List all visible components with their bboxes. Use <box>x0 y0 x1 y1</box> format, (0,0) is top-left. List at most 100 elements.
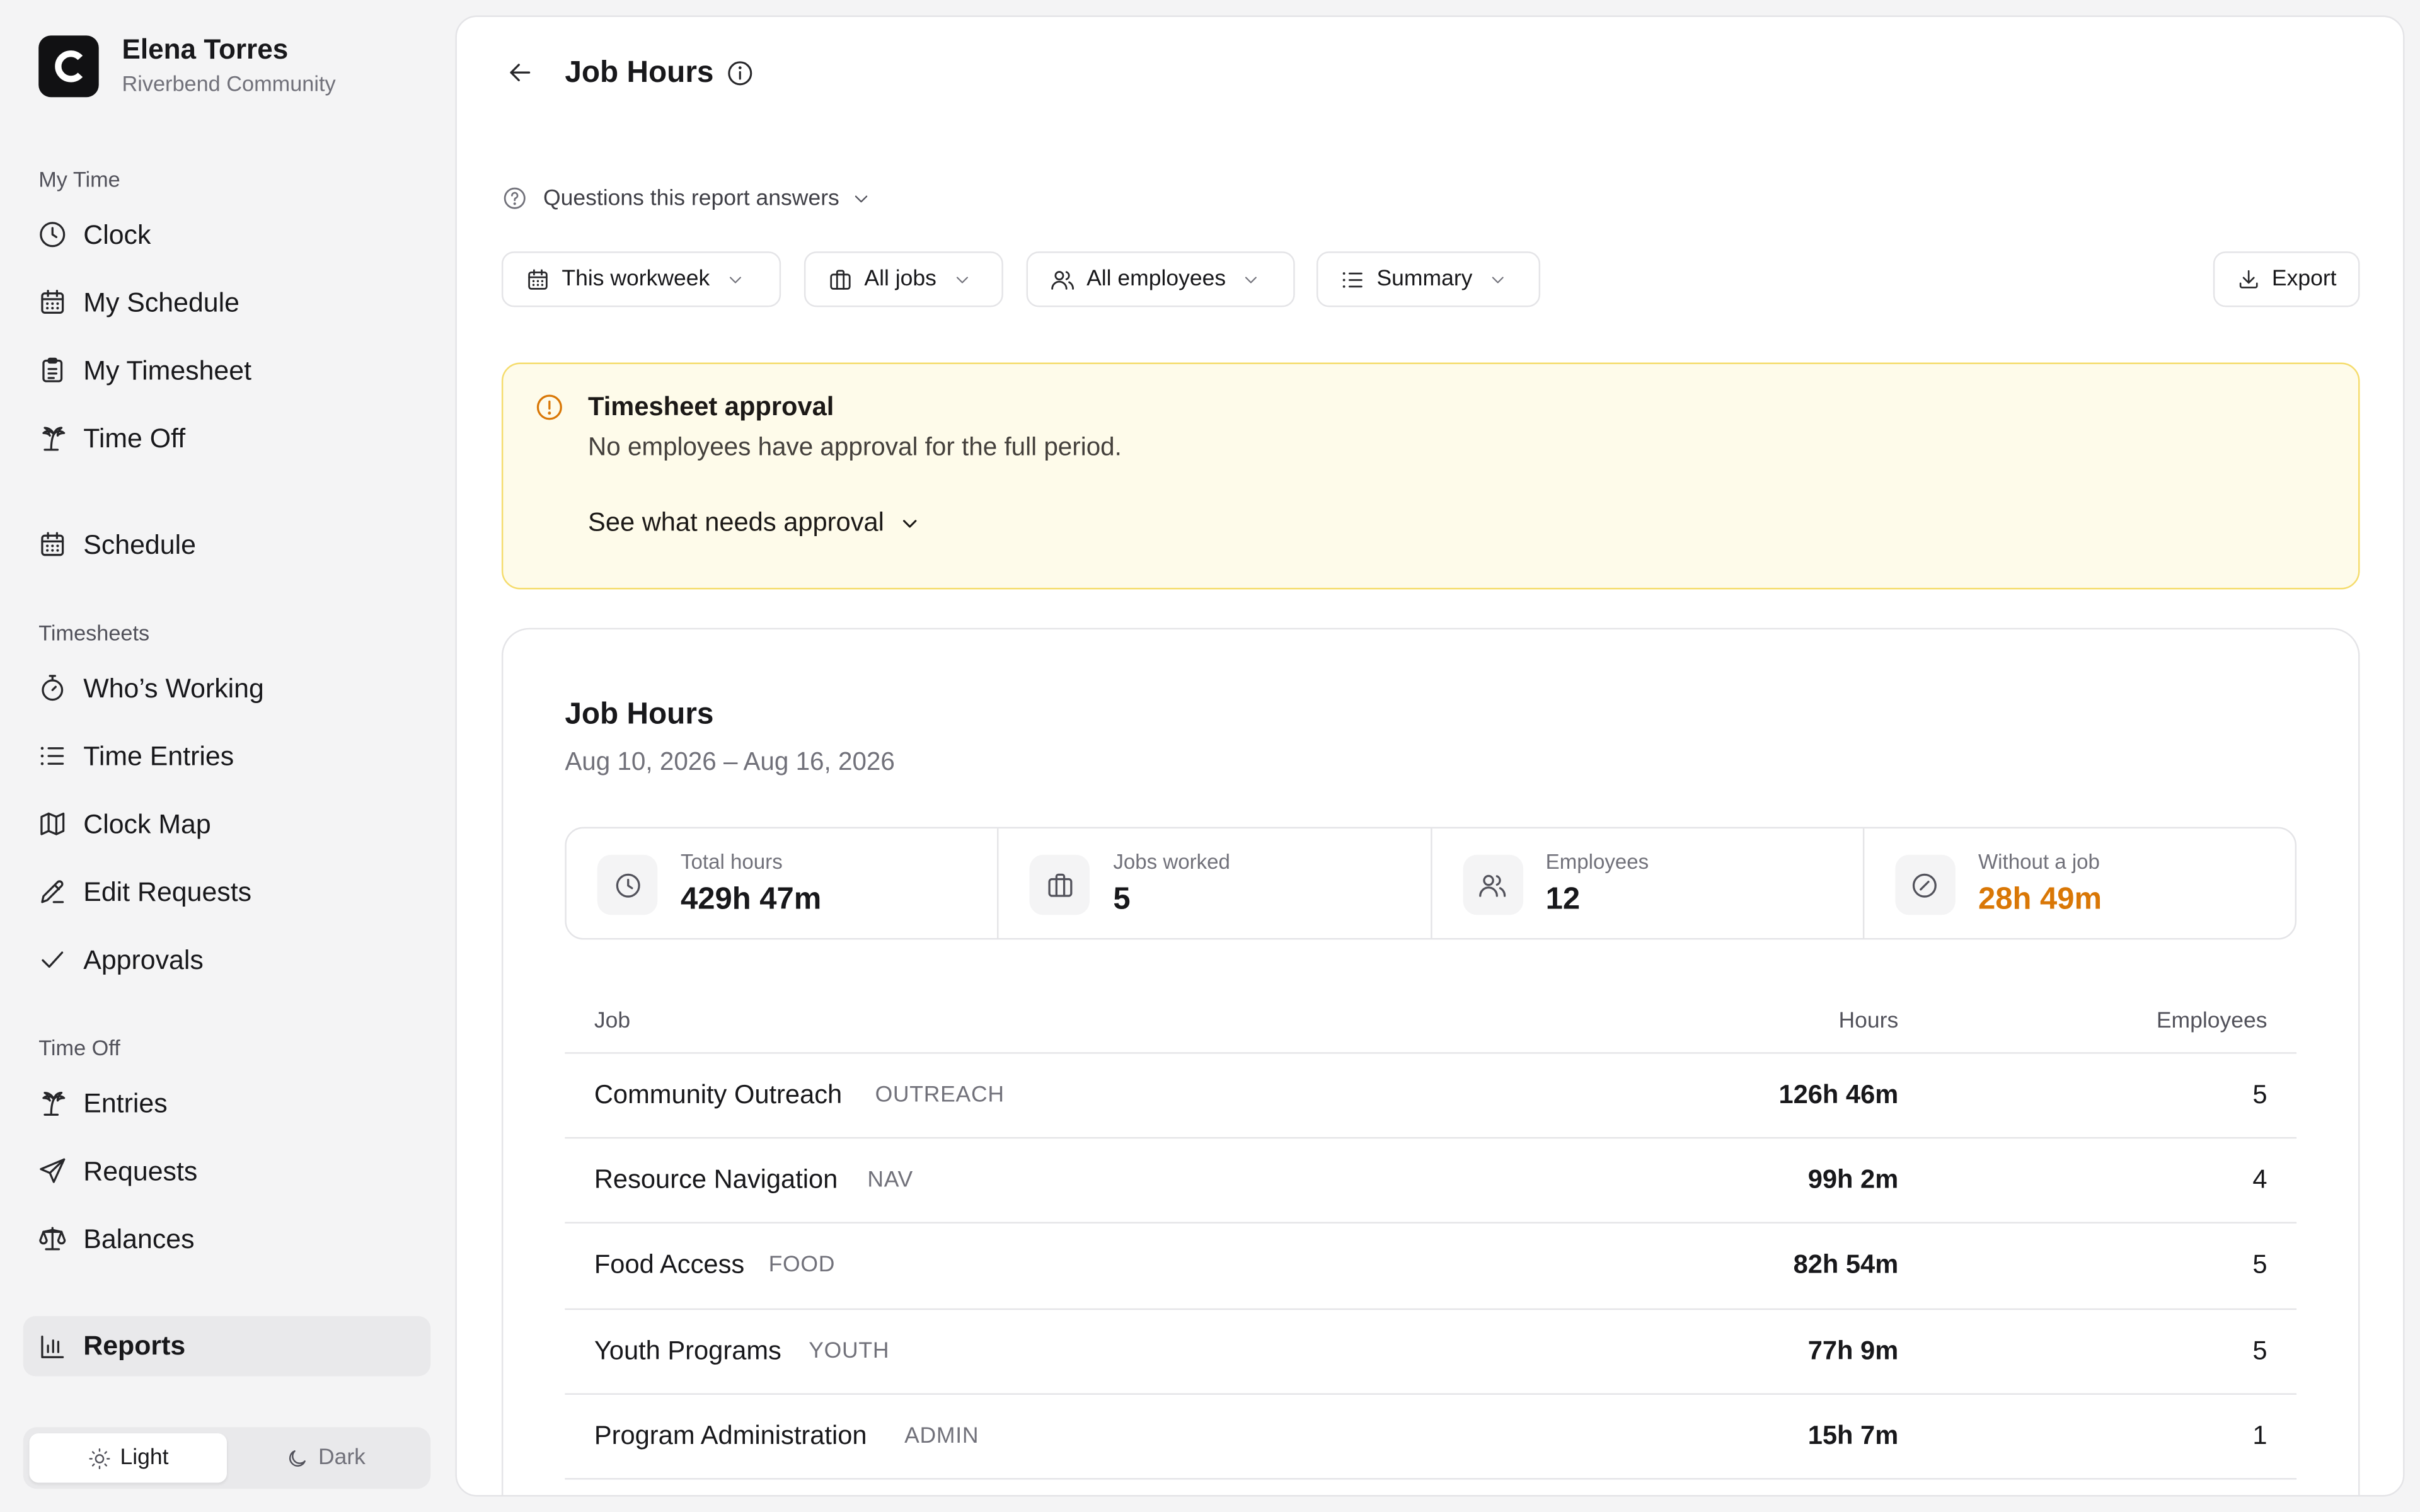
export-button[interactable]: Export <box>2213 251 2360 307</box>
checkmark-icon <box>42 951 64 968</box>
section-label-timesheets: Timesheets <box>38 620 150 645</box>
employees-filter[interactable]: All employees <box>1026 251 1295 307</box>
column-header-job[interactable]: Job <box>594 1009 630 1034</box>
period-filter[interactable]: This workweek <box>501 251 781 307</box>
view-filter[interactable]: Summary <box>1316 251 1541 307</box>
calendar-icon <box>41 290 64 314</box>
job-code: NAV <box>867 1168 913 1193</box>
sidebar-item-label: Time Entries <box>83 740 234 771</box>
stopwatch-icon <box>42 675 64 701</box>
column-header-hours[interactable]: Hours <box>1839 1009 1899 1034</box>
sidebar-item-my-schedule[interactable]: My Schedule <box>37 284 239 321</box>
moon-icon <box>289 1449 306 1466</box>
stat-employees: Employees 12 <box>1431 828 1864 938</box>
stat-value: 28h 49m <box>1978 882 2102 917</box>
job-employees: 5 <box>2252 1080 2267 1109</box>
job-hours: 126h 46m <box>1778 1080 1899 1109</box>
stat-label: Employees <box>1545 850 1649 874</box>
sidebar-item-my-timesheet[interactable]: My Timesheet <box>37 352 251 389</box>
job-hours: 99h 2m <box>1807 1165 1899 1194</box>
chevron-down-icon <box>729 276 741 283</box>
sidebar-item-clock[interactable]: Clock <box>37 216 151 253</box>
sidebar-item-label: Schedule <box>83 528 196 559</box>
stat-without-job: Without a job 28h 49m <box>1864 828 2295 938</box>
sidebar-item-schedule[interactable]: Schedule <box>37 526 196 563</box>
questions-toggle[interactable]: Questions this report answers <box>502 185 872 212</box>
sidebar-item-balances[interactable]: Balances <box>37 1220 195 1257</box>
sidebar-item-approvals[interactable]: Approvals <box>37 941 204 978</box>
briefcase-icon <box>830 269 851 289</box>
jobs-filter-label: All jobs <box>864 266 936 292</box>
scale-icon <box>39 1227 66 1251</box>
job-name: Program Administration <box>594 1420 867 1450</box>
table-row[interactable]: Youth Programs YOUTH 77h 9m 5 <box>565 1309 2297 1395</box>
light-theme-label: Light <box>120 1445 169 1470</box>
account-switcher[interactable]: Elena Torres Riverbend Community <box>38 32 336 98</box>
approval-alert: Timesheet approval No employees have app… <box>501 362 2360 590</box>
send-icon <box>40 1158 66 1183</box>
sidebar-item-label: My Schedule <box>83 286 240 318</box>
calendar-icon <box>528 268 548 289</box>
sidebar-item-edit-requests[interactable]: Edit Requests <box>37 873 251 910</box>
question-circle-icon <box>504 187 526 209</box>
sidebar-item-label: Requests <box>83 1155 198 1186</box>
sidebar-item-reports[interactable]: Reports <box>23 1315 431 1377</box>
sidebar-item-clock-map[interactable]: Clock Map <box>37 805 211 842</box>
info-button[interactable] <box>726 58 756 88</box>
map-icon <box>40 812 65 835</box>
report-title: Job Hours <box>565 697 714 731</box>
stat-label: Without a job <box>1978 850 2100 874</box>
organization-name: Riverbend Community <box>122 71 336 96</box>
bar-chart-icon <box>41 1334 64 1358</box>
sidebar: Elena Torres Riverbend Community My Time… <box>0 0 454 1512</box>
chevron-down-icon <box>1245 276 1257 283</box>
job-name: Community Outreach <box>594 1080 843 1109</box>
dark-theme-button[interactable]: Dark <box>227 1433 424 1482</box>
job-hours: 15h 7m <box>1807 1420 1899 1450</box>
users-icon <box>1479 874 1506 896</box>
job-employees: 1 <box>2252 1420 2267 1450</box>
see-approval-toggle[interactable]: See what needs approval <box>588 508 921 539</box>
table-row[interactable]: Food Access FOOD 82h 54m 5 <box>565 1224 2297 1310</box>
sidebar-item-label: Clock <box>83 218 151 249</box>
column-header-employees[interactable]: Employees <box>2157 1009 2267 1034</box>
view-filter-label: Summary <box>1376 266 1473 292</box>
back-button[interactable] <box>505 57 536 88</box>
main-panel: Job Hours Questions this report answers … <box>455 15 2405 1497</box>
alert-circle-icon <box>536 394 562 420</box>
sidebar-item-label: Edit Requests <box>83 875 252 907</box>
job-employees: 5 <box>2252 1250 2267 1280</box>
period-filter-label: This workweek <box>562 266 710 292</box>
sidebar-item-time-off[interactable]: Time Off <box>37 420 185 457</box>
job-employees: 5 <box>2252 1335 2267 1365</box>
sidebar-item-label: Clock Map <box>83 808 211 839</box>
chevron-down-icon <box>902 519 917 527</box>
stat-jobs-worked: Jobs worked 5 <box>999 828 1432 938</box>
job-name: Youth Programs <box>594 1335 781 1365</box>
alert-title: Timesheet approval <box>588 392 834 421</box>
stat-total-hours: Total hours 429h 47m <box>567 828 1000 938</box>
export-label: Export <box>2271 266 2337 292</box>
light-theme-button[interactable]: Light <box>29 1433 228 1483</box>
table-row[interactable]: Community Outreach OUTREACH 126h 46m 5 <box>565 1054 2297 1139</box>
table-row[interactable]: Program Administration ADMIN 15h 7m 1 <box>565 1394 2297 1480</box>
summary-stats: Total hours 429h 47m Jobs worked 5 Emplo… <box>565 827 2297 940</box>
sidebar-item-entries[interactable]: Entries <box>37 1085 168 1122</box>
jobs-filter[interactable]: All jobs <box>804 251 1003 307</box>
sun-icon <box>88 1447 110 1469</box>
sidebar-item-time-entries[interactable]: Time Entries <box>37 738 234 775</box>
sidebar-item-label: Entries <box>83 1087 168 1118</box>
dark-theme-label: Dark <box>318 1445 366 1470</box>
table-row[interactable]: Resource Navigation NAV 99h 2m 4 <box>565 1139 2297 1224</box>
sidebar-item-requests[interactable]: Requests <box>37 1152 198 1189</box>
sidebar-item-label: Time Off <box>83 421 186 453</box>
sidebar-item-whos-working[interactable]: Who’s Working <box>37 670 264 707</box>
alert-message: No employees have approval for the full … <box>588 433 1122 462</box>
job-code: OUTREACH <box>875 1083 1005 1108</box>
app-logo <box>38 35 99 97</box>
job-code: FOOD <box>768 1253 836 1278</box>
arrow-left-icon <box>510 64 531 81</box>
sidebar-item-label: Reports <box>83 1330 186 1361</box>
page-header: Job Hours <box>505 54 756 91</box>
see-approval-label: See what needs approval <box>588 507 884 537</box>
